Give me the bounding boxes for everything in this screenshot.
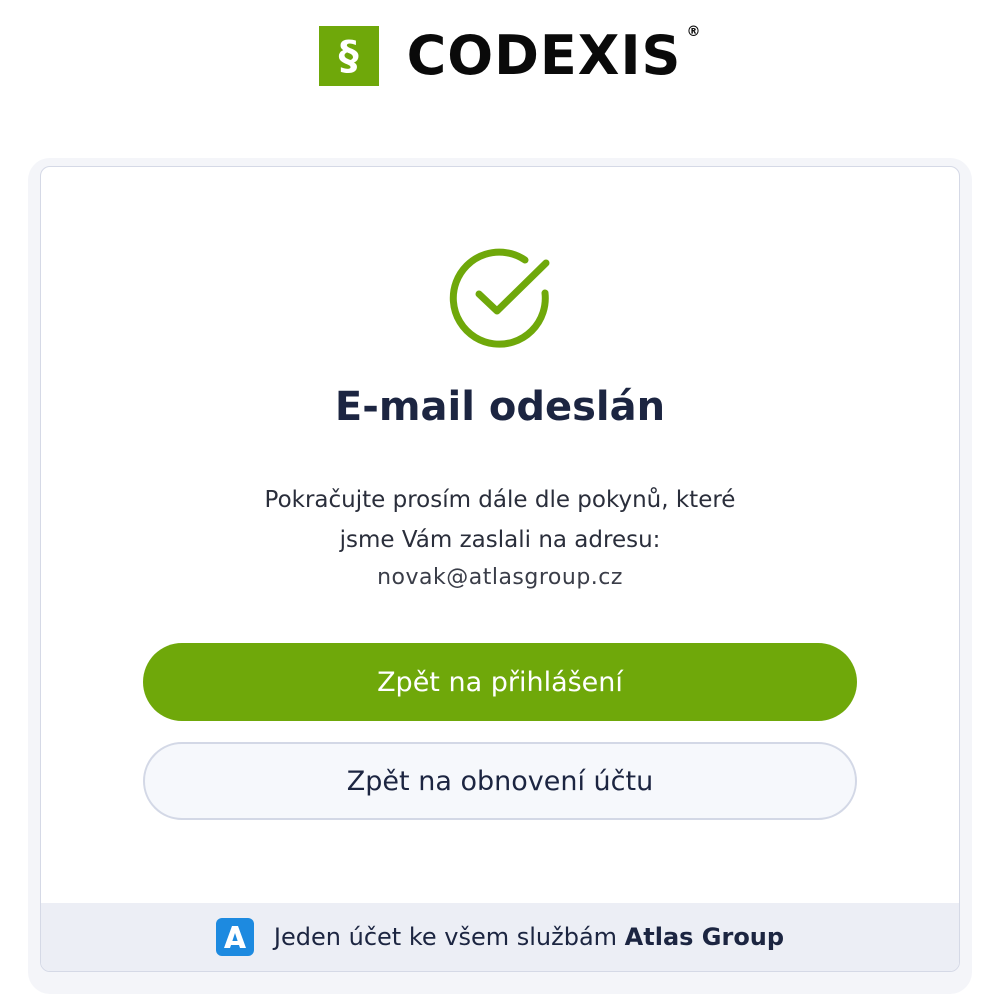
email-address: novak@atlasgroup.cz (377, 565, 623, 590)
atlas-logo-icon (215, 918, 254, 956)
confirmation-card: E-mail odeslán Pokračujte prosím dále dl… (40, 166, 960, 972)
registered-mark: ® (686, 24, 702, 40)
message-line-2: jsme Vám zaslali na adresu: (339, 527, 661, 553)
codexis-logo: § CODEXIS ® (318, 25, 701, 86)
check-circle-icon (449, 248, 550, 348)
page: § CODEXIS ® E-mail odeslán Pokračujte pro… (0, 0, 1000, 1000)
instruction-message: Pokračujte prosím dále dle pokynů, které… (41, 480, 959, 560)
logo-symbol: § (338, 33, 359, 79)
logo-wordmark: CODEXIS ® (407, 25, 701, 83)
logo-word-text: CODEXIS (406, 24, 682, 87)
section-sign-logo-icon: § (318, 26, 379, 86)
back-to-login-button[interactable]: Zpět na přihlášení (143, 643, 857, 721)
back-to-account-recovery-label: Zpět na obnovení účtu (346, 765, 654, 797)
page-title: E-mail odeslán (334, 384, 666, 430)
footer-slogan: Jeden účet ke všem službám (273, 923, 625, 951)
footer-text: Jeden účet ke všem službám Atlas Group (274, 923, 784, 951)
message-line-1: Pokračujte prosím dále dle pokynů, které (264, 487, 736, 513)
atlas-footer: Jeden účet ke všem službám Atlas Group (41, 903, 959, 971)
back-to-login-label: Zpět na přihlášení (377, 666, 623, 698)
footer-brand: Atlas Group (624, 923, 785, 951)
header-logo: § CODEXIS ® (0, 25, 1000, 87)
atlas-a-glyph (223, 926, 246, 948)
back-to-account-recovery-button[interactable]: Zpět na obnovení účtu (143, 742, 857, 820)
